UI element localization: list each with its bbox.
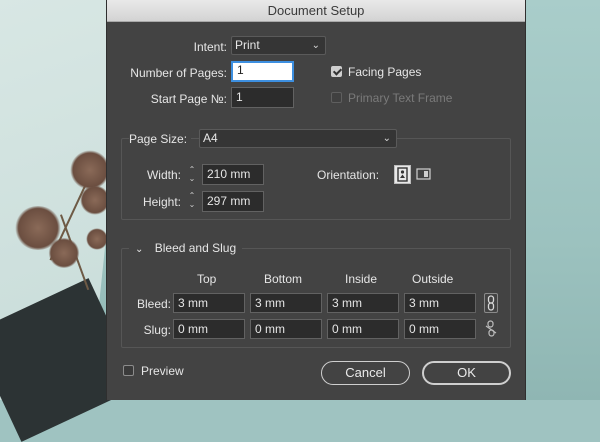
- preview-label: Preview: [141, 364, 184, 378]
- portrait-page-icon[interactable]: [394, 165, 411, 184]
- start-page-field[interactable]: 1: [231, 87, 294, 108]
- bleed-outside-field[interactable]: 3 mm: [404, 293, 476, 313]
- bleed-slug-header[interactable]: ⌄ Bleed and Slug: [129, 241, 243, 255]
- page-size-label: Page Size:: [129, 132, 192, 146]
- bleed-label: Bleed:: [136, 297, 171, 311]
- column-header-bottom: Bottom: [264, 272, 303, 286]
- primary-text-frame-label: Primary Text Frame: [348, 91, 453, 105]
- chevron-down-icon: ⌄: [135, 244, 144, 255]
- chain-link-icon[interactable]: [484, 293, 498, 313]
- ok-button[interactable]: OK: [422, 361, 511, 385]
- width-spinner-icon[interactable]: ⌃ ⌄: [184, 165, 200, 185]
- width-label: Width:: [146, 168, 181, 182]
- column-header-outside: Outside: [412, 272, 454, 286]
- column-header-inside: Inside: [345, 272, 378, 286]
- start-page-label: Start Page №:: [150, 92, 227, 106]
- pages-label: Number of Pages:: [130, 66, 227, 80]
- orientation-label: Orientation:: [317, 168, 380, 182]
- primary-text-frame-checkbox[interactable]: [331, 92, 342, 103]
- height-field[interactable]: 297 mm: [202, 191, 264, 212]
- number-of-pages-field[interactable]: 1: [231, 61, 294, 82]
- page-size-value: A4: [203, 131, 218, 145]
- slug-outside-field[interactable]: 0 mm: [404, 319, 476, 339]
- document-setup-dialog: Document Setup Intent: Print ⌄ Number of…: [106, 0, 526, 400]
- broken-chain-icon[interactable]: [484, 319, 498, 339]
- slug-top-field[interactable]: 0 mm: [173, 319, 245, 339]
- intent-value: Print: [235, 38, 260, 52]
- dried-flower: [70, 150, 110, 190]
- intent-label: Intent:: [193, 40, 227, 54]
- bleed-slug-title: Bleed and Slug: [154, 241, 237, 255]
- slug-inside-field[interactable]: 0 mm: [327, 319, 399, 339]
- page-size-select[interactable]: A4 ⌄: [199, 129, 397, 148]
- slug-label: Slug:: [143, 323, 171, 337]
- bleed-inside-field[interactable]: 3 mm: [327, 293, 399, 313]
- bleed-bottom-field[interactable]: 3 mm: [250, 293, 322, 313]
- bleed-top-field[interactable]: 3 mm: [173, 293, 245, 313]
- height-spinner-icon[interactable]: ⌃ ⌄: [184, 191, 200, 211]
- column-header-top: Top: [197, 272, 217, 286]
- chevron-down-icon: ⌄: [311, 40, 320, 51]
- width-field[interactable]: 210 mm: [202, 164, 264, 185]
- chevron-down-icon: ⌄: [382, 133, 391, 144]
- dried-flower: [86, 228, 108, 250]
- window-title: Document Setup: [107, 0, 525, 22]
- landscape-page-icon[interactable]: [415, 165, 432, 184]
- facing-pages-checkbox[interactable]: [331, 66, 342, 77]
- dried-flower: [48, 238, 80, 268]
- intent-select[interactable]: Print ⌄: [231, 36, 326, 55]
- height-label: Height:: [142, 195, 181, 209]
- facing-pages-label: Facing Pages: [348, 65, 422, 79]
- slug-bottom-field[interactable]: 0 mm: [250, 319, 322, 339]
- preview-checkbox[interactable]: [123, 365, 134, 376]
- cancel-button[interactable]: Cancel: [321, 361, 410, 385]
